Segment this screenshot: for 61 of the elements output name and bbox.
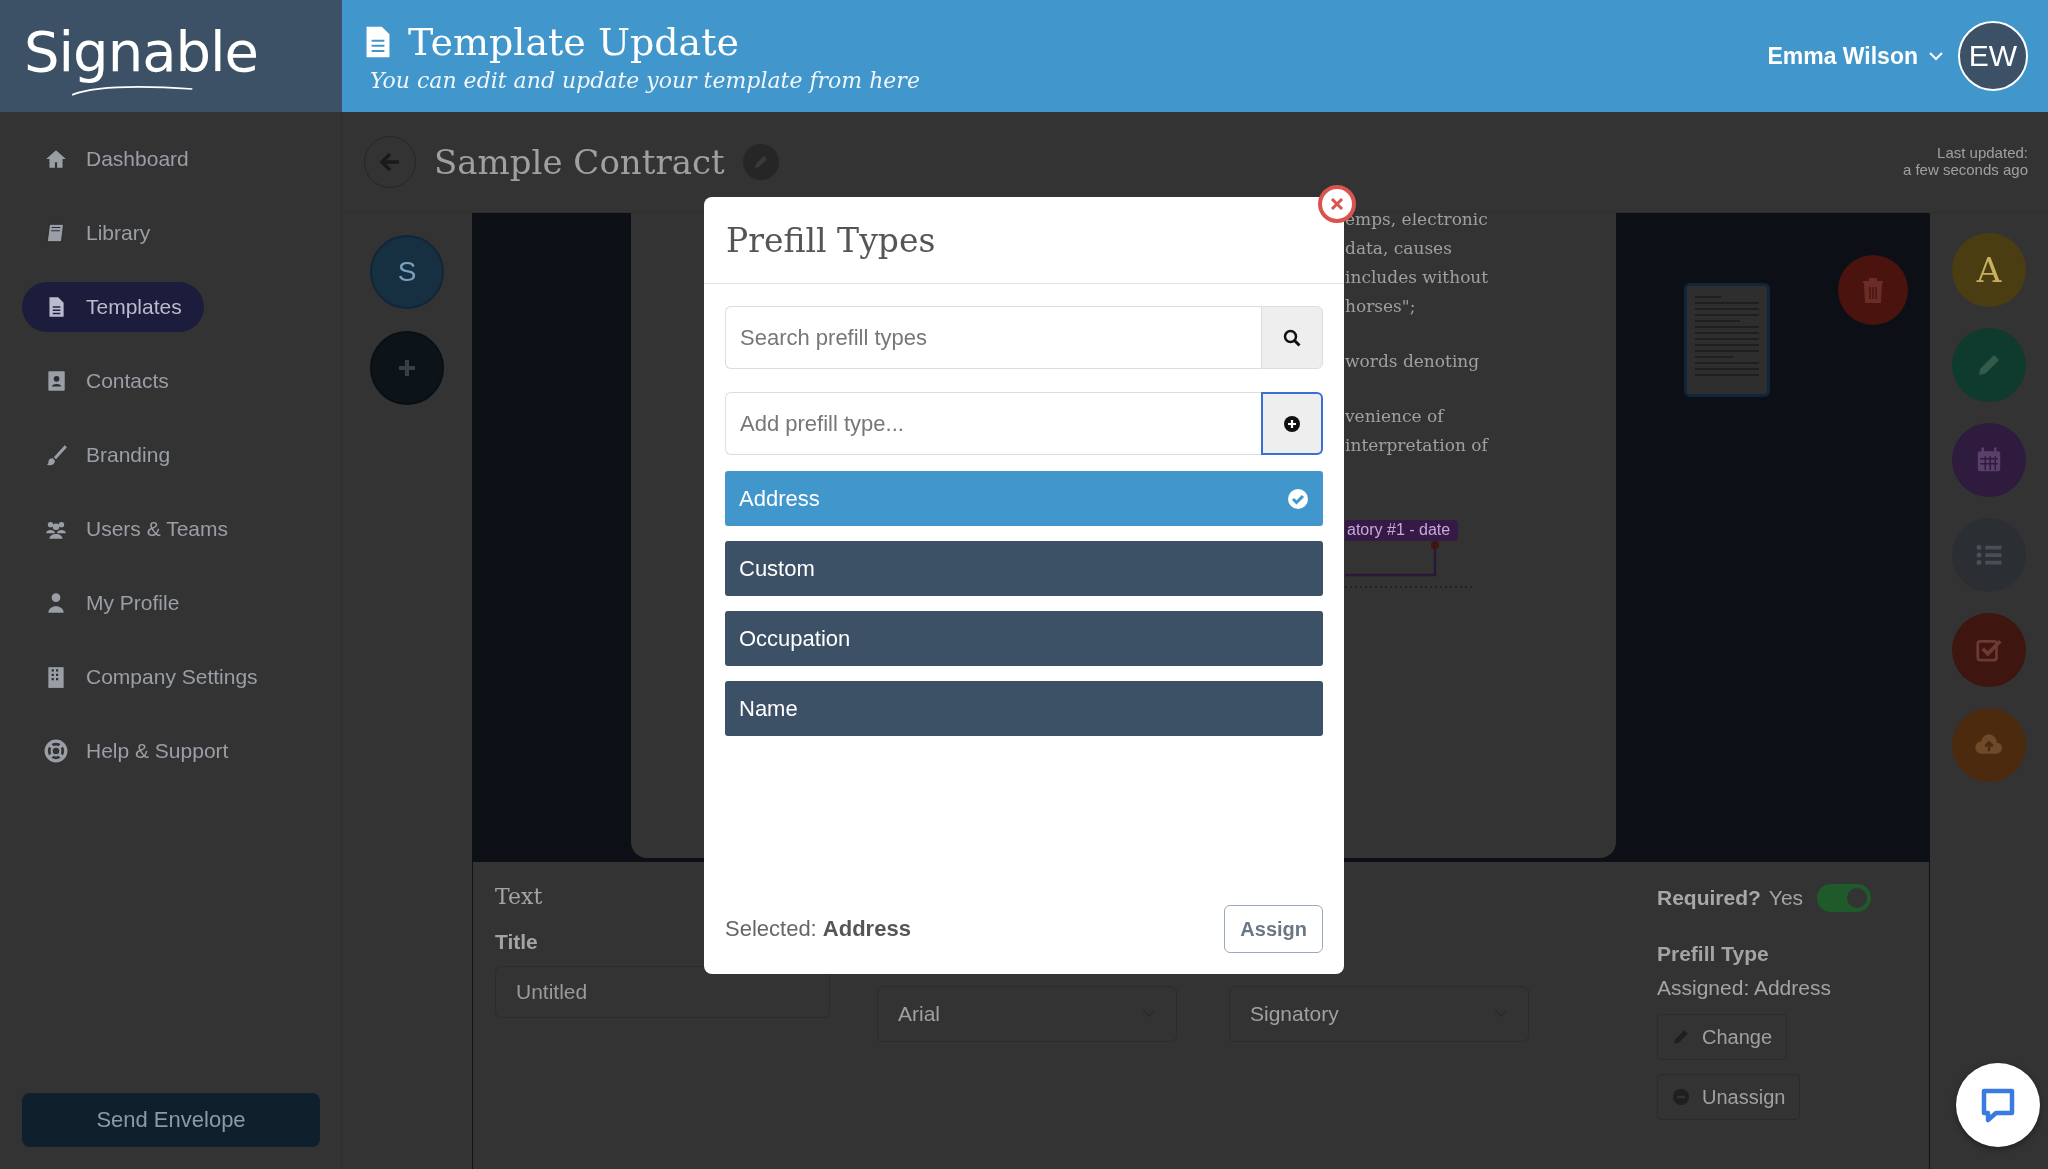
plus-icon: [396, 357, 418, 379]
text-tool-button[interactable]: A: [1952, 233, 2026, 307]
document-text: includes without: [1345, 266, 1490, 289]
send-envelope-button[interactable]: Send Envelope: [22, 1093, 320, 1147]
template-name: Sample Contract: [434, 142, 725, 182]
title-input[interactable]: Untitled: [495, 965, 830, 1018]
change-button[interactable]: Change: [1657, 1014, 1788, 1060]
last-updated-label: Last updated:: [1937, 144, 2028, 161]
sidebar-item[interactable]: Company Settings: [22, 652, 280, 702]
lifebuoy-icon: [44, 739, 68, 763]
sidebar-item[interactable]: Branding: [22, 430, 193, 480]
required-toggle[interactable]: [1817, 884, 1872, 912]
close-icon: [1330, 197, 1344, 211]
document-text: horses";: [1345, 295, 1417, 318]
signer-select[interactable]: Signatory: [1229, 985, 1529, 1042]
search-button[interactable]: [1261, 306, 1323, 369]
prefill-type-item[interactable]: Name: [725, 681, 1323, 736]
add-prefill-field[interactable]: Add prefill type...: [725, 392, 1261, 455]
check-circle-icon: [1287, 487, 1309, 510]
sidebar-item[interactable]: Users & Teams: [22, 504, 250, 554]
document-text: venience of: [1345, 405, 1446, 428]
assign-button[interactable]: Assign: [1224, 905, 1323, 953]
trash-icon: [1861, 277, 1885, 303]
signer-avatar[interactable]: S: [370, 235, 444, 309]
document-icon: [364, 24, 392, 59]
sidebar-item[interactable]: My Profile: [22, 578, 202, 628]
page-subtitle: You can edit and update your template from here: [370, 67, 921, 93]
font-select[interactable]: Arial: [877, 985, 1177, 1042]
brush-icon: [44, 443, 68, 467]
search-field[interactable]: Search prefill types: [725, 306, 1261, 369]
required-value: Yes: [1768, 886, 1804, 910]
caret-icon[interactable]: [1928, 51, 1944, 61]
dialog-title: Prefill Types: [726, 220, 936, 260]
document-text: words denoting: [1345, 350, 1481, 373]
sidebar-item[interactable]: Dashboard: [22, 134, 211, 184]
prefill-type-label: Prefill Type: [1657, 942, 1769, 966]
prefill-type-item[interactable]: Address: [725, 471, 1323, 526]
page-title: Template Update: [408, 19, 739, 64]
sidebar-item[interactable]: Help & Support: [22, 726, 251, 776]
selected-prefill-text: Selected: Address: [725, 916, 911, 942]
user-name[interactable]: Emma Wilson: [1767, 42, 1918, 70]
arrow-left-icon: [379, 151, 401, 173]
unassign-button[interactable]: Unassign: [1657, 1074, 1801, 1120]
document-text: interpretation of: [1345, 434, 1490, 457]
search-icon: [1283, 328, 1301, 347]
page-thumbnail[interactable]: [1684, 283, 1770, 397]
add-button[interactable]: [1261, 392, 1323, 455]
title-label: Title: [495, 929, 539, 954]
logo: Signable: [24, 18, 259, 86]
assigned-prefill: Assigned: Address: [1657, 976, 1831, 1000]
last-updated-time: a few seconds ago: [1902, 161, 2028, 178]
avatar[interactable]: EW: [1958, 21, 2028, 91]
field-tag[interactable]: atory #1 - date: [1345, 520, 1459, 541]
required-label: Required?: [1657, 886, 1761, 910]
prefill-type-item[interactable]: Custom: [725, 541, 1323, 596]
sidebar-item[interactable]: Library: [22, 208, 173, 258]
prefill-type-item[interactable]: Occupation: [725, 611, 1323, 666]
sidebar-item[interactable]: Templates: [22, 282, 204, 332]
plus-circle-icon: [1283, 414, 1301, 433]
sidebar-item[interactable]: Contacts: [22, 356, 191, 406]
document-text: data, causes: [1345, 237, 1453, 260]
